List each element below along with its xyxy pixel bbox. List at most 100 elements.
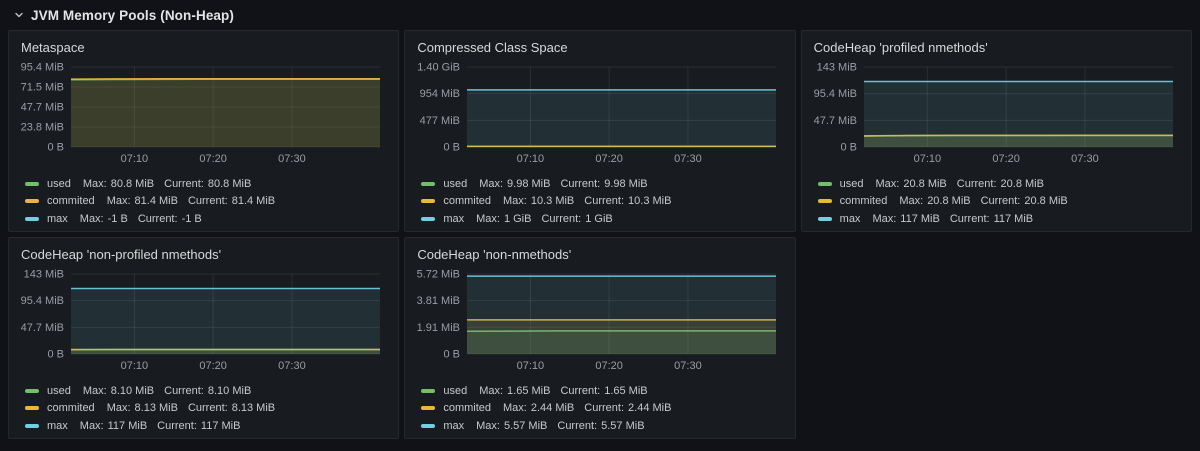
legend-item-commited[interactable]: commited Max: 2.44 MiB Current: 2.44 MiB <box>417 402 782 415</box>
time-series-chart[interactable]: 1.40 GiB954 MiB477 MiB0 B07:1007:2007:30 <box>417 60 782 169</box>
max-value: 2.44 MiB <box>531 402 574 414</box>
panel-title: CodeHeap 'profiled nmethods' <box>814 40 1179 55</box>
svg-text:5.72 MiB: 5.72 MiB <box>417 269 460 281</box>
max-value: 1.65 MiB <box>507 385 550 397</box>
series-name: commited <box>47 195 95 207</box>
current-value: 8.10 MiB <box>208 385 251 397</box>
series-color-swatch <box>25 217 39 221</box>
panel-codeheap-profiled-nmethods: CodeHeap 'profiled nmethods' 143 MiB 95.4… <box>801 30 1192 232</box>
svg-text:1.40 GiB: 1.40 GiB <box>418 62 461 74</box>
series-color-swatch <box>421 406 435 410</box>
legend-item-max[interactable]: max Max: 5.57 MiB Current: 5.57 MiB <box>417 419 782 432</box>
series-name: max <box>840 213 861 225</box>
series-color-swatch <box>421 217 435 221</box>
legend-item-used[interactable]: used Max: 8.10 MiB Current: 8.10 MiB <box>21 384 386 397</box>
legend-item-used[interactable]: used Max: 80.8 MiB Current: 80.8 MiB <box>21 177 386 190</box>
panel-codeheap-non-nmethods: CodeHeap 'non-nmethods' 5.72 MiB 3.81 MiB… <box>404 237 795 439</box>
time-series-chart[interactable]: 5.72 MiB3.81 MiB1.91 MiB0 B07:1007:2007:… <box>417 267 782 376</box>
svg-text:07:10: 07:10 <box>913 153 941 165</box>
svg-text:07:30: 07:30 <box>278 153 306 165</box>
series-color-swatch <box>25 424 39 428</box>
legend-item-commited[interactable]: commited Max: 8.13 MiB Current: 8.13 MiB <box>21 402 386 415</box>
current-value: 10.3 MiB <box>628 195 671 207</box>
max-value: 20.8 MiB <box>927 195 970 207</box>
max-value: 8.10 MiB <box>111 385 154 397</box>
panel-title: CodeHeap 'non-nmethods' <box>417 247 782 262</box>
current-value: 117 MiB <box>994 213 1034 225</box>
svg-text:3.81 MiB: 3.81 MiB <box>417 295 460 307</box>
svg-text:0 B: 0 B <box>47 142 64 154</box>
max-label: Max: <box>80 420 104 432</box>
max-label: Max: <box>503 402 527 414</box>
series-color-swatch <box>25 406 39 410</box>
series-name: used <box>443 385 467 397</box>
legend-item-used[interactable]: used Max: 20.8 MiB Current: 20.8 MiB <box>814 177 1179 190</box>
panel-title: Compressed Class Space <box>417 40 782 55</box>
svg-text:07:10: 07:10 <box>517 360 545 372</box>
current-label: Current: <box>584 195 624 207</box>
panel-compressed-class-space: Compressed Class Space 1.40 GiB954 MiB47… <box>404 30 795 232</box>
current-label: Current: <box>541 213 581 225</box>
panel-title: Metaspace <box>21 40 386 55</box>
legend-item-commited[interactable]: commited Max: 10.3 MiB Current: 10.3 MiB <box>417 195 782 208</box>
legend-item-max[interactable]: max Max: 1 GiB Current: 1 GiB <box>417 212 782 225</box>
series-color-swatch <box>25 182 39 186</box>
legend-item-commited[interactable]: commited Max: 81.4 MiB Current: 81.4 MiB <box>21 195 386 208</box>
time-series-chart[interactable]: 95.4 MiB71.5 MiB47.7 MiB23.8 MiB0 B07:10… <box>21 60 386 169</box>
svg-text:07:20: 07:20 <box>199 360 227 372</box>
svg-text:1.91 MiB: 1.91 MiB <box>417 322 460 334</box>
legend: used Max: 20.8 MiB Current: 20.8 MiB com… <box>814 177 1179 225</box>
svg-text:07:30: 07:30 <box>674 360 702 372</box>
svg-text:0 B: 0 B <box>444 142 461 154</box>
svg-text:0 B: 0 B <box>444 349 461 361</box>
max-value: 117 MiB <box>108 420 148 432</box>
svg-text:07:20: 07:20 <box>596 153 624 165</box>
time-series-chart[interactable]: 143 MiB95.4 MiB47.7 MiB0 B07:1007:2007:3… <box>21 267 386 376</box>
max-value: 10.3 MiB <box>531 195 574 207</box>
panel-header[interactable]: CodeHeap 'non-nmethods' <box>417 245 782 263</box>
current-value: 5.57 MiB <box>601 420 644 432</box>
max-label: Max: <box>503 195 527 207</box>
panel-header[interactable]: CodeHeap 'profiled nmethods' <box>814 38 1179 56</box>
max-value: -1 B <box>108 213 128 225</box>
svg-text:0 B: 0 B <box>840 142 857 154</box>
legend-item-max[interactable]: max Max: 117 MiB Current: 117 MiB <box>814 212 1179 225</box>
panel-header[interactable]: Metaspace <box>21 38 386 56</box>
dashboard-row-header[interactable]: JVM Memory Pools (Non-Heap) <box>8 0 1192 30</box>
legend-item-used[interactable]: used Max: 9.98 MiB Current: 9.98 MiB <box>417 177 782 190</box>
legend-item-max[interactable]: max Max: 117 MiB Current: 117 MiB <box>21 419 386 432</box>
max-value: 9.98 MiB <box>507 178 550 190</box>
series-color-swatch <box>818 217 832 221</box>
panel-header[interactable]: CodeHeap 'non-profiled nmethods' <box>21 245 386 263</box>
current-value: 80.8 MiB <box>208 178 251 190</box>
svg-text:07:10: 07:10 <box>121 153 149 165</box>
panel-metaspace: Metaspace 95.4 MiB71.5 MiB47.7 MiB23.8 M… <box>8 30 399 232</box>
legend-item-max[interactable]: max Max: -1 B Current: -1 B <box>21 212 386 225</box>
panel-title: CodeHeap 'non-profiled nmethods' <box>21 247 386 262</box>
max-value: 80.8 MiB <box>111 178 154 190</box>
current-label: Current: <box>560 178 600 190</box>
max-label: Max: <box>479 385 503 397</box>
current-value: 1.65 MiB <box>604 385 647 397</box>
legend-item-used[interactable]: used Max: 1.65 MiB Current: 1.65 MiB <box>417 384 782 397</box>
svg-text:07:30: 07:30 <box>1071 153 1099 165</box>
current-label: Current: <box>164 385 204 397</box>
grafana-dashboard: JVM Memory Pools (Non-Heap) Metaspace 95… <box>0 0 1200 447</box>
svg-text:07:30: 07:30 <box>278 360 306 372</box>
max-value: 8.13 MiB <box>135 402 178 414</box>
time-series-chart[interactable]: 143 MiB95.4 MiB47.7 MiB0 B07:1007:2007:3… <box>814 60 1179 169</box>
svg-text:71.5 MiB: 71.5 MiB <box>21 82 64 94</box>
series-color-swatch <box>818 199 832 203</box>
svg-text:143 MiB: 143 MiB <box>816 62 856 74</box>
panel-header[interactable]: Compressed Class Space <box>417 38 782 56</box>
current-value: 8.13 MiB <box>232 402 275 414</box>
legend-item-commited[interactable]: commited Max: 20.8 MiB Current: 20.8 MiB <box>814 195 1179 208</box>
current-label: Current: <box>950 213 990 225</box>
svg-text:07:20: 07:20 <box>992 153 1020 165</box>
svg-text:23.8 MiB: 23.8 MiB <box>21 122 64 134</box>
svg-text:95.4 MiB: 95.4 MiB <box>814 88 857 100</box>
current-label: Current: <box>560 385 600 397</box>
max-label: Max: <box>872 213 896 225</box>
max-label: Max: <box>899 195 923 207</box>
current-label: Current: <box>981 195 1021 207</box>
